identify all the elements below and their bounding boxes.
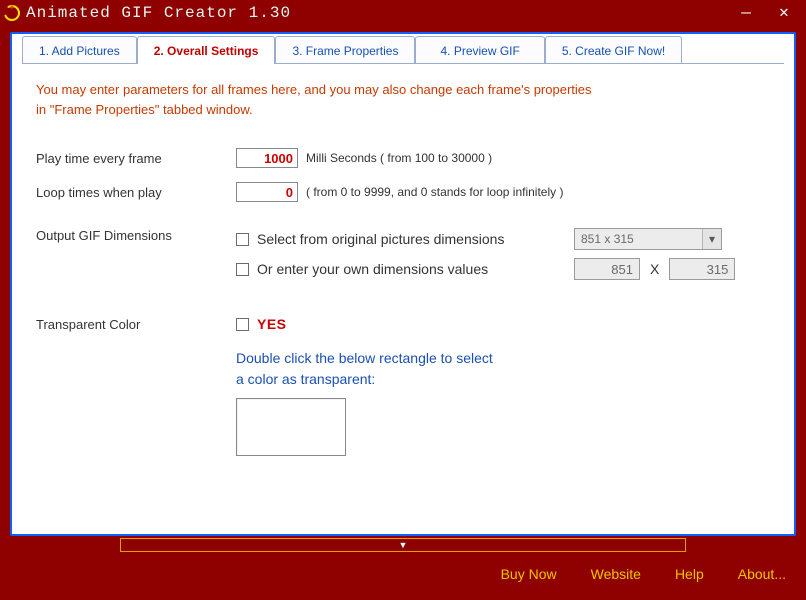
intro-line: You may enter parameters for all frames … [36,82,592,97]
tab-label: 3. Frame Properties [292,44,398,58]
tab-overall-settings[interactable]: 2. Overall Settings [137,36,276,64]
dimensions-label: Output GIF Dimensions [36,228,236,243]
x-separator: X [650,261,659,277]
intro-text: You may enter parameters for all frames … [36,80,770,120]
title-bar: Animated GIF Creator 1.30 — ✕ [0,0,806,26]
transparent-label: Transparent Color [36,317,236,332]
checkbox-enter-own[interactable] [236,263,249,276]
tab-add-pictures[interactable]: 1. Add Pictures [22,36,137,64]
trans-instr-line: Double click the below rectangle to sele… [236,350,493,366]
minimize-button[interactable]: — [736,5,756,21]
link-help[interactable]: Help [675,566,704,582]
chevron-down-icon: ▾ [702,229,721,249]
window-title: Animated GIF Creator 1.30 [26,4,291,22]
play-time-input[interactable] [236,148,298,168]
play-time-hint: Milli Seconds ( from 100 to 30000 ) [306,151,492,165]
checkbox-transparent[interactable] [236,318,249,331]
row-play-time: Play time every frame Milli Seconds ( fr… [36,146,770,170]
loop-label: Loop times when play [36,185,236,200]
transparent-instructions: Double click the below rectangle to sele… [236,348,556,390]
loop-input[interactable] [236,182,298,202]
height-input[interactable] [669,258,735,280]
width-input[interactable] [574,258,640,280]
transparent-color-picker[interactable] [236,398,346,456]
dimensions-select-value: 851 x 315 [581,232,634,246]
link-buy-now[interactable]: Buy Now [501,566,557,582]
loop-hint: ( from 0 to 9999, and 0 stands for loop … [306,185,563,199]
tab-label: 4. Preview GIF [440,44,519,58]
footer-bar: Buy Now Website Help About... [0,552,806,596]
app-icon [4,5,20,21]
tab-label: 2. Overall Settings [154,44,259,58]
tab-content: You may enter parameters for all frames … [12,64,794,534]
checkbox-use-original[interactable] [236,233,249,246]
row-dimensions: Output GIF Dimensions Select from origin… [36,228,770,288]
intro-line: in "Frame Properties" tabbed window. [36,102,253,117]
row-transparent: Transparent Color YES [36,312,770,336]
app-window: Animated GIF Creator 1.30 — ✕ 1. Add Pic… [0,0,806,600]
chevron-down-icon: ▼ [399,540,408,550]
tab-create-gif[interactable]: 5. Create GIF Now! [545,36,682,64]
close-button[interactable]: ✕ [774,5,794,21]
main-panel: 1. Add Pictures 2. Overall Settings 3. F… [10,32,796,536]
link-website[interactable]: Website [591,566,641,582]
checkbox-use-original-label: Select from original pictures dimensions [257,231,504,247]
play-time-label: Play time every frame [36,151,236,166]
transparent-yes-label: YES [257,316,287,332]
link-about[interactable]: About... [738,566,786,582]
bottom-expander[interactable]: ▼ [120,538,686,552]
trans-instr-line: a color as transparent: [236,371,375,387]
row-loop-times: Loop times when play ( from 0 to 9999, a… [36,180,770,204]
checkbox-enter-own-label: Or enter your own dimensions values [257,261,488,277]
tab-preview-gif[interactable]: 4. Preview GIF [415,36,544,64]
tab-frame-properties[interactable]: 3. Frame Properties [275,36,415,64]
tab-strip: 1. Add Pictures 2. Overall Settings 3. F… [12,34,794,64]
tab-label: 1. Add Pictures [39,44,120,58]
window-controls: — ✕ [736,0,802,26]
dimensions-select[interactable]: 851 x 315 ▾ [574,228,722,250]
tab-label: 5. Create GIF Now! [562,44,665,58]
